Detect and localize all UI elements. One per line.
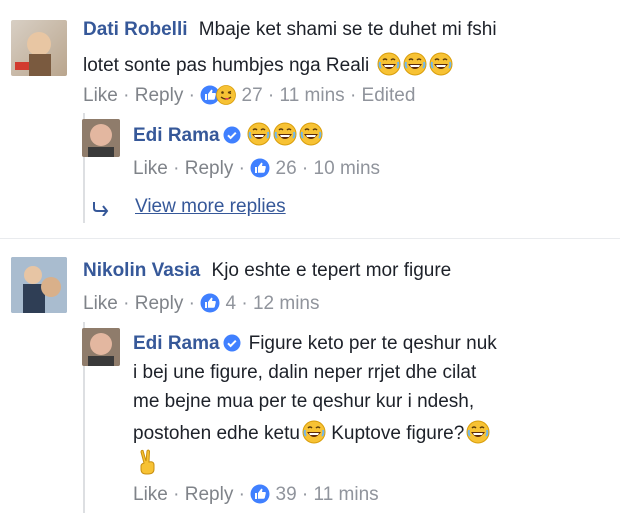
- comment-text-line: postohen edhe ketu Kuptove figure?: [133, 420, 490, 446]
- edited-label[interactable]: Edited: [362, 85, 416, 106]
- separator: ·: [238, 484, 245, 505]
- comment-text: Mbaje ket shami se te duhet mi fshi: [198, 19, 497, 40]
- avatar-photo-icon: [15, 32, 51, 76]
- separator: ·: [349, 85, 357, 106]
- reply-arrow-icon[interactable]: [92, 200, 112, 221]
- reply-button[interactable]: Reply: [185, 484, 234, 505]
- reply-button[interactable]: Reply: [135, 293, 184, 314]
- laughing-emoji-icon: [302, 420, 326, 444]
- timestamp[interactable]: 10 mins: [314, 158, 381, 179]
- reaction-count[interactable]: 4: [226, 293, 237, 314]
- avatar[interactable]: [82, 119, 120, 157]
- comment-actions: Like · Reply · 26 · 10 mins: [133, 157, 380, 181]
- laughing-emoji-icon: [299, 122, 323, 146]
- avatar[interactable]: [82, 328, 120, 366]
- like-button[interactable]: Like: [133, 484, 168, 505]
- separator: ·: [241, 293, 248, 314]
- view-more-replies-link[interactable]: View more replies: [135, 196, 286, 218]
- author-name[interactable]: Edi Rama: [133, 333, 220, 354]
- separator: ·: [301, 484, 309, 505]
- timestamp[interactable]: 12 mins: [253, 293, 320, 314]
- laughing-emoji-icon: [247, 122, 271, 146]
- timestamp[interactable]: 11 mins: [314, 484, 379, 505]
- verified-badge-icon: [223, 334, 241, 352]
- laughing-emoji-icon: [429, 52, 453, 76]
- comment-actions: Like · Reply · 27 · 11 mins · Edited: [83, 84, 415, 108]
- reply-button[interactable]: Reply: [185, 158, 234, 179]
- author-name[interactable]: Nikolin Vasia: [83, 260, 200, 281]
- separator: ·: [238, 158, 245, 179]
- reaction-count[interactable]: 27: [242, 85, 263, 106]
- avatar-photo-icon: [11, 257, 67, 313]
- separator: ·: [188, 85, 195, 106]
- reaction-count[interactable]: 26: [276, 158, 297, 179]
- comment-text: lotet sonte pas humbjes nga Reali: [83, 55, 370, 76]
- laughing-emoji-icon: [377, 52, 401, 76]
- separator: ·: [123, 293, 130, 314]
- like-button[interactable]: Like: [83, 293, 118, 314]
- comment-text: Kjo eshte e tepert mor figure: [211, 260, 452, 281]
- victory-hand-icon: [136, 449, 160, 480]
- like-button[interactable]: Like: [133, 158, 168, 179]
- comment-text: i bej une figure, dalin neper rrjet dhe …: [133, 362, 477, 383]
- laughing-emoji-icon: [403, 52, 427, 76]
- reply-header: Edi Rama Figure keto per te qeshur nuk: [133, 332, 497, 356]
- comment-text: Figure keto per te qeshur nuk: [248, 333, 497, 354]
- avatar-photo-icon: [82, 119, 120, 157]
- separator: ·: [188, 293, 195, 314]
- author-name[interactable]: Edi Rama: [133, 125, 220, 146]
- separator: ·: [123, 85, 130, 106]
- comment-text-line: lotet sonte pas humbjes nga Reali: [83, 52, 453, 78]
- comment-header: Nikolin Vasia Kjo eshte e tepert mor fig…: [83, 259, 451, 283]
- like-button[interactable]: Like: [83, 85, 118, 106]
- separator: ·: [173, 484, 180, 505]
- like-reaction-icon[interactable]: [250, 158, 270, 178]
- comment-actions: Like · Reply · 4 · 12 mins: [83, 292, 320, 316]
- comment-text: postohen edhe ketu: [133, 423, 300, 444]
- laughing-emoji-icon: [273, 122, 297, 146]
- comment-text: Kuptove figure?: [331, 423, 465, 444]
- laughing-emoji-icon: [466, 420, 490, 444]
- comment-text: me bejne mua per te qeshur kur i ndesh,: [133, 391, 475, 412]
- separator: ·: [267, 85, 275, 106]
- comment-actions: Like · Reply · 39 · 11 mins: [133, 483, 379, 507]
- like-reaction-icon[interactable]: [200, 293, 220, 313]
- separator: ·: [301, 158, 309, 179]
- avatar[interactable]: [11, 20, 67, 76]
- verified-badge-icon: [223, 126, 241, 144]
- like-reaction-icon[interactable]: [250, 484, 270, 504]
- reaction-count[interactable]: 39: [276, 484, 297, 505]
- haha-reaction-icon[interactable]: [216, 85, 236, 105]
- reply-button[interactable]: Reply: [135, 85, 184, 106]
- comment-header: Dati Robelli Mbaje ket shami se te duhet…: [83, 18, 497, 42]
- reply-header: Edi Rama: [133, 122, 323, 148]
- avatar[interactable]: [11, 257, 67, 313]
- timestamp[interactable]: 11 mins: [280, 85, 345, 106]
- comment-separator: [0, 238, 620, 239]
- avatar-photo-icon: [82, 328, 120, 366]
- author-name[interactable]: Dati Robelli: [83, 19, 188, 40]
- separator: ·: [173, 158, 180, 179]
